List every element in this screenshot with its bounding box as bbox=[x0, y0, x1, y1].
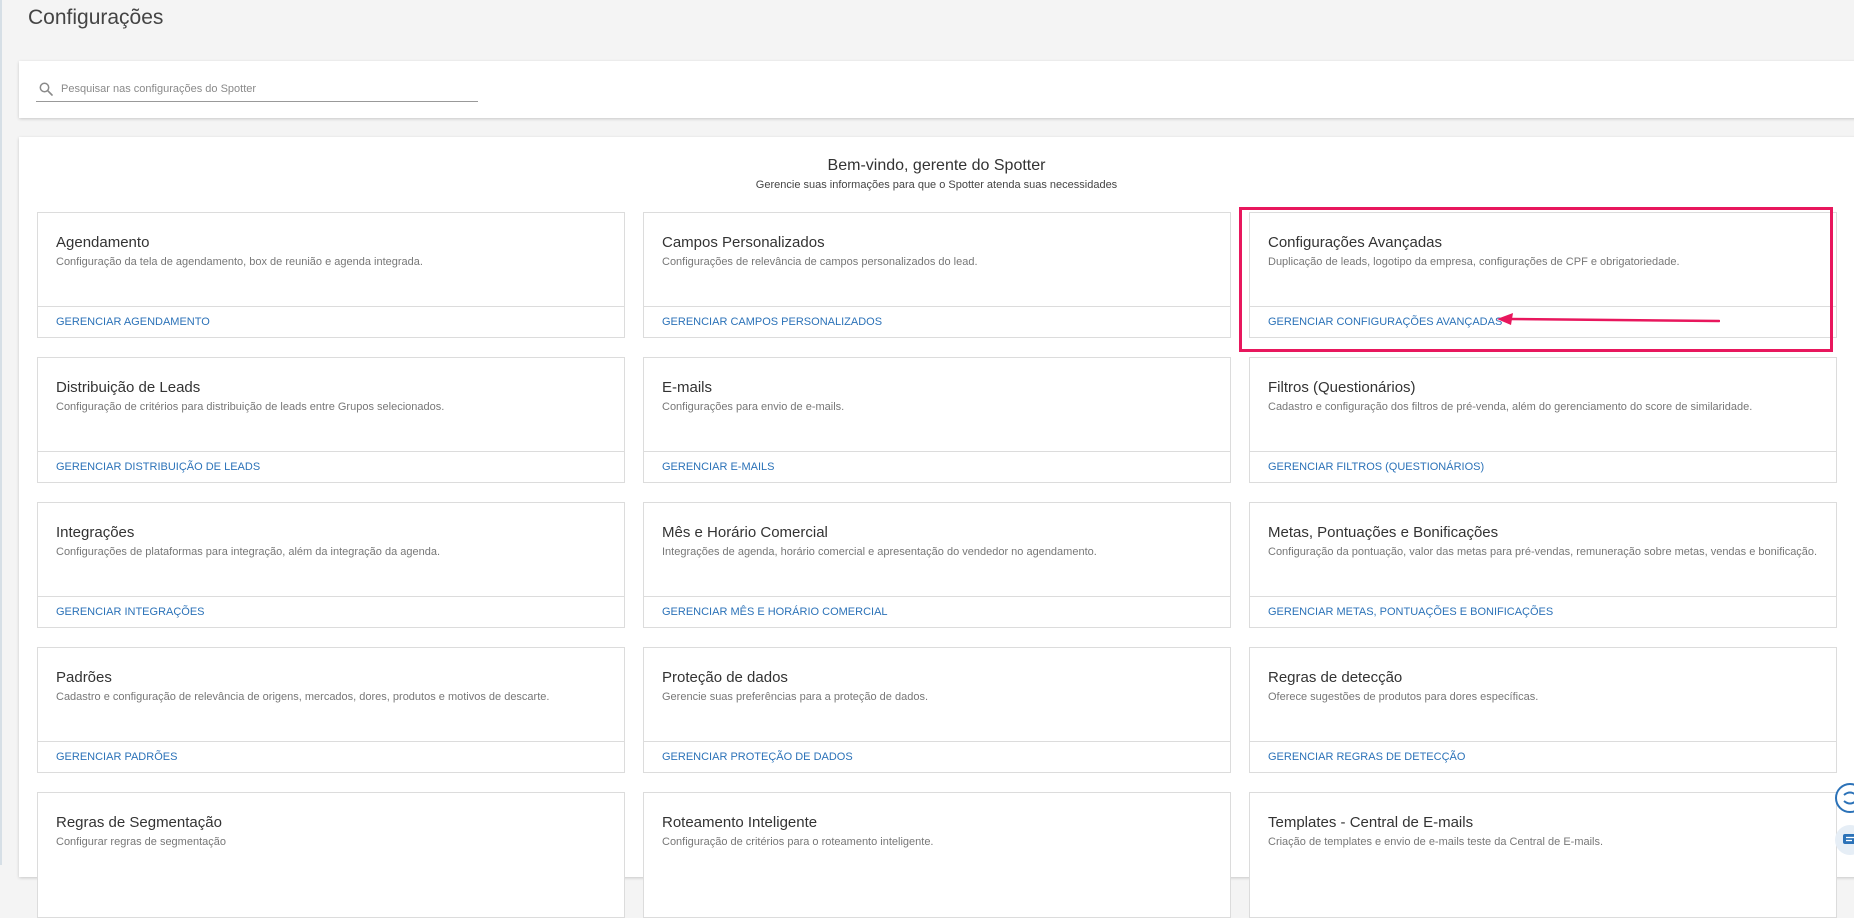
tile-configuracoes-avancadas: Configurações Avançadas Duplicação de le… bbox=[1249, 212, 1837, 338]
manage-configuracoes-avancadas-link[interactable]: GERENCIAR CONFIGURAÇÕES AVANÇADAS bbox=[1268, 316, 1502, 328]
tile-action-bar: GERENCIAR MÊS E HORÁRIO COMERCIAL bbox=[644, 596, 1230, 627]
tile-title: Mês e Horário Comercial bbox=[662, 524, 828, 541]
tile-distribuicao-de-leads: Distribuição de Leads Configuração de cr… bbox=[37, 357, 625, 483]
help-icon[interactable] bbox=[1835, 783, 1854, 813]
tile-title: Regras de detecção bbox=[1268, 669, 1403, 686]
tile-action-bar: GERENCIAR CONFIGURAÇÕES AVANÇADAS bbox=[1250, 306, 1836, 337]
tile-description: Configurações para envio de e-mails. bbox=[662, 401, 845, 413]
tile-description: Cadastro e configuração de relevância de… bbox=[56, 691, 550, 703]
chat-icon[interactable] bbox=[1835, 825, 1854, 855]
tile-title: Filtros (Questionários) bbox=[1268, 379, 1416, 396]
search-input[interactable] bbox=[61, 80, 471, 98]
left-edge bbox=[0, 0, 2, 865]
tile-description: Configurações de relevância de campos pe… bbox=[662, 256, 978, 268]
tile-title: E-mails bbox=[662, 379, 713, 396]
tile-action-bar: GERENCIAR CAMPOS PERSONALIZADOS bbox=[644, 306, 1230, 337]
settings-grid: Agendamento Configuração da tela de agen… bbox=[37, 212, 1837, 918]
tile-title: Configurações Avançadas bbox=[1268, 234, 1443, 251]
tile-description: Configuração da pontuação, valor das met… bbox=[1268, 546, 1818, 558]
manage-agendamento-link[interactable]: GERENCIAR AGENDAMENTO bbox=[56, 316, 210, 328]
manage-integracoes-link[interactable]: GERENCIAR INTEGRAÇÕES bbox=[56, 606, 205, 618]
tile-description: Configurar regras de segmentação bbox=[56, 836, 226, 848]
tile-title: Templates - Central de E-mails bbox=[1268, 814, 1474, 831]
tile-title: Regras de Segmentação bbox=[56, 814, 222, 831]
tile-description: Gerencie suas preferências para a proteç… bbox=[662, 691, 928, 703]
manage-distribuicao-de-leads-link[interactable]: GERENCIAR DISTRIBUIÇÃO DE LEADS bbox=[56, 461, 260, 473]
tile-templates-central-de-emails: Templates - Central de E-mails Criação d… bbox=[1249, 792, 1837, 918]
welcome-subtitle: Gerencie suas informações para que o Spo… bbox=[755, 179, 1118, 191]
tile-description: Duplicação de leads, logotipo da empresa… bbox=[1268, 256, 1680, 268]
tile-campos-personalizados: Campos Personalizados Configurações de r… bbox=[643, 212, 1231, 338]
tile-roteamento-inteligente: Roteamento Inteligente Configuração de c… bbox=[643, 792, 1231, 918]
tile-title: Integrações bbox=[56, 524, 135, 541]
tile-protecao-de-dados: Proteção de dados Gerencie suas preferên… bbox=[643, 647, 1231, 773]
tile-description: Criação de templates e envio de e-mails … bbox=[1268, 836, 1604, 848]
manage-mes-e-horario-link[interactable]: GERENCIAR MÊS E HORÁRIO COMERCIAL bbox=[662, 606, 888, 618]
manage-campos-personalizados-link[interactable]: GERENCIAR CAMPOS PERSONALIZADOS bbox=[662, 316, 882, 328]
tile-description: Configurações de plataformas para integr… bbox=[56, 546, 441, 558]
welcome-header: Bem-vindo, gerente do Spotter Gerencie s… bbox=[19, 157, 1854, 191]
tile-title: Padrões bbox=[56, 669, 112, 686]
tile-description: Cadastro e configuração dos filtros de p… bbox=[1268, 401, 1753, 413]
page-title: Configurações bbox=[28, 6, 164, 29]
chat-glyph-icon bbox=[1843, 834, 1854, 844]
tile-action-bar: GERENCIAR DISTRIBUIÇÃO DE LEADS bbox=[38, 451, 624, 482]
manage-regras-de-deteccao-link[interactable]: GERENCIAR REGRAS DE DETECÇÃO bbox=[1268, 751, 1465, 763]
tile-action-bar: GERENCIAR E-MAILS bbox=[644, 451, 1230, 482]
tile-description: Configuração de critérios para distribui… bbox=[56, 401, 445, 413]
search-box[interactable] bbox=[36, 79, 478, 102]
tile-title: Proteção de dados bbox=[662, 669, 788, 686]
help-glyph-icon bbox=[1843, 791, 1854, 805]
tile-description: Integrações de agenda, horário comercial… bbox=[662, 546, 1097, 558]
tile-action-bar: GERENCIAR AGENDAMENTO bbox=[38, 306, 624, 337]
tile-title: Roteamento Inteligente bbox=[662, 814, 818, 831]
tile-padroes: Padrões Cadastro e configuração de relev… bbox=[37, 647, 625, 773]
tile-title: Metas, Pontuações e Bonificações bbox=[1268, 524, 1499, 541]
tile-action-bar: GERENCIAR METAS, PONTUAÇÕES E BONIFICAÇÕ… bbox=[1250, 596, 1836, 627]
tile-action-bar: GERENCIAR REGRAS DE DETECÇÃO bbox=[1250, 741, 1836, 772]
tile-action-bar: GERENCIAR INTEGRAÇÕES bbox=[38, 596, 624, 627]
tile-title: Campos Personalizados bbox=[662, 234, 825, 251]
manage-metas-link[interactable]: GERENCIAR METAS, PONTUAÇÕES E BONIFICAÇÕ… bbox=[1268, 606, 1553, 618]
settings-panel: Bem-vindo, gerente do Spotter Gerencie s… bbox=[19, 137, 1854, 918]
tile-agendamento: Agendamento Configuração da tela de agen… bbox=[37, 212, 625, 338]
tile-regras-de-segmentacao: Regras de Segmentação Configurar regras … bbox=[37, 792, 625, 918]
tile-description: Configuração de critérios para o roteame… bbox=[662, 836, 934, 848]
search-card bbox=[19, 61, 1854, 118]
tile-description: Oferece sugestões de produtos para dores… bbox=[1268, 691, 1539, 703]
tile-e-mails: E-mails Configurações para envio de e-ma… bbox=[643, 357, 1231, 483]
tile-action-bar: GERENCIAR PROTEÇÃO DE DADOS bbox=[644, 741, 1230, 772]
welcome-title: Bem-vindo, gerente do Spotter bbox=[827, 157, 1046, 174]
tile-action-bar: GERENCIAR FILTROS (QUESTIONÁRIOS) bbox=[1250, 451, 1836, 482]
tile-action-bar: GERENCIAR PADRÕES bbox=[38, 741, 624, 772]
tile-mes-e-horario-comercial: Mês e Horário Comercial Integrações de a… bbox=[643, 502, 1231, 628]
manage-filtros-link[interactable]: GERENCIAR FILTROS (QUESTIONÁRIOS) bbox=[1268, 461, 1484, 473]
manage-padroes-link[interactable]: GERENCIAR PADRÕES bbox=[56, 751, 177, 763]
tile-description: Configuração da tela de agendamento, box… bbox=[56, 256, 423, 268]
tile-metas-pontuacoes: Metas, Pontuações e Bonificações Configu… bbox=[1249, 502, 1837, 628]
tile-regras-de-deteccao: Regras de detecção Oferece sugestões de … bbox=[1249, 647, 1837, 773]
tile-title: Distribuição de Leads bbox=[56, 379, 201, 396]
manage-e-mails-link[interactable]: GERENCIAR E-MAILS bbox=[662, 461, 774, 473]
search-icon bbox=[39, 82, 53, 96]
tile-filtros-questionarios: Filtros (Questionários) Cadastro e confi… bbox=[1249, 357, 1837, 483]
manage-protecao-de-dados-link[interactable]: GERENCIAR PROTEÇÃO DE DADOS bbox=[662, 751, 853, 763]
tile-title: Agendamento bbox=[56, 234, 150, 251]
tile-integracoes: Integrações Configurações de plataformas… bbox=[37, 502, 625, 628]
